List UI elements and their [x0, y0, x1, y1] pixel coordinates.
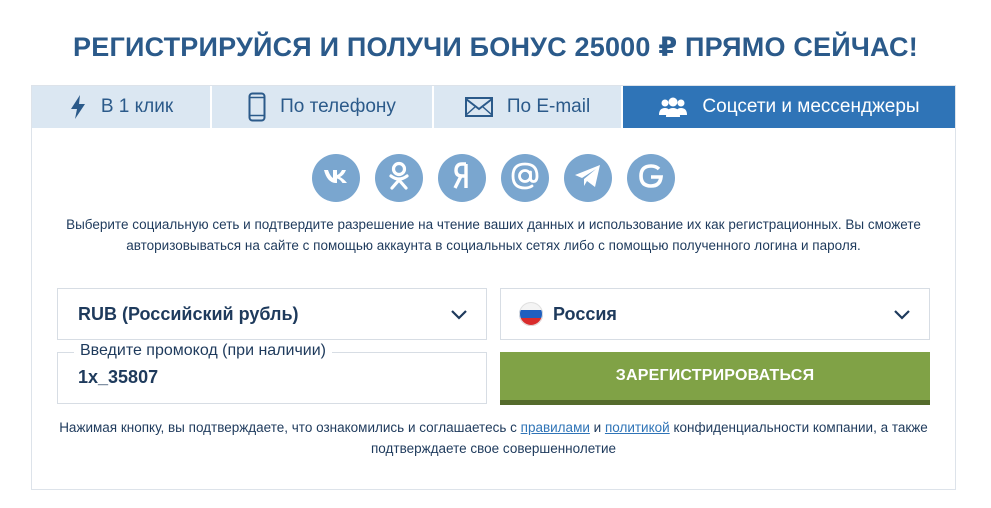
tab-one-click[interactable]: В 1 клик	[32, 86, 212, 128]
policy-link[interactable]: политикой	[605, 420, 670, 435]
telegram-icon	[574, 164, 602, 193]
rules-link[interactable]: правилами	[521, 420, 590, 435]
mail-button[interactable]	[501, 154, 549, 202]
terms-prefix: Нажимая кнопку, вы подтверждаете, что оз…	[59, 420, 521, 435]
at-icon	[510, 161, 540, 196]
social-description: Выберите социальную сеть и подтвердите р…	[66, 217, 921, 253]
register-button[interactable]: ЗАРЕГИСТРИРОВАТЬСЯ	[500, 352, 930, 405]
odnoklassniki-icon	[388, 161, 410, 196]
tab-email[interactable]: По E-mail	[434, 86, 623, 128]
yandex-icon	[453, 161, 471, 195]
terms-and: и	[589, 420, 605, 435]
currency-value: RUB (Российский рубль)	[78, 303, 299, 324]
registration-tabs: В 1 клик По телефону По E-mail Соцсети и…	[32, 86, 955, 128]
currency-select[interactable]: RUB (Российский рубль)	[57, 288, 487, 340]
promo-code-label: Введите промокод (при наличии)	[74, 342, 332, 360]
people-icon	[658, 96, 688, 118]
registration-panel: В 1 клик По телефону По E-mail Соцсети и…	[31, 85, 956, 490]
phone-icon	[248, 92, 266, 122]
yandex-button[interactable]	[438, 154, 486, 202]
russia-flag-icon	[519, 302, 543, 326]
tab-phone[interactable]: По телефону	[212, 86, 434, 128]
google-icon	[638, 163, 664, 194]
chevron-down-icon	[450, 306, 468, 329]
tab-label: По E-mail	[506, 96, 591, 117]
tab-label: В 1 клик	[100, 96, 174, 117]
vk-icon	[323, 168, 349, 189]
odnoklassniki-button[interactable]	[375, 154, 423, 202]
google-button[interactable]	[627, 154, 675, 202]
page-title: РЕГИСТРИРУЙСЯ И ПОЛУЧИ БОНУС 25000 ₽ ПРЯ…	[73, 32, 918, 62]
promo-code-input[interactable]	[78, 367, 468, 388]
country-value: Россия	[553, 303, 617, 324]
chevron-down-icon	[893, 306, 911, 329]
tab-label: По телефону	[280, 96, 396, 117]
tab-social-networks[interactable]: Соцсети и мессенджеры	[623, 86, 955, 128]
terms-text: Нажимая кнопку, вы подтверждаете, что оз…	[52, 417, 935, 459]
social-buttons	[32, 154, 955, 202]
vk-button[interactable]	[312, 154, 360, 202]
telegram-button[interactable]	[564, 154, 612, 202]
promo-code-field: Введите промокод (при наличии)	[57, 342, 487, 404]
country-select[interactable]: Россия	[500, 288, 930, 340]
lightning-icon	[69, 94, 87, 120]
tab-label: Соцсети и мессенджеры	[702, 96, 920, 117]
envelope-icon	[464, 97, 493, 117]
